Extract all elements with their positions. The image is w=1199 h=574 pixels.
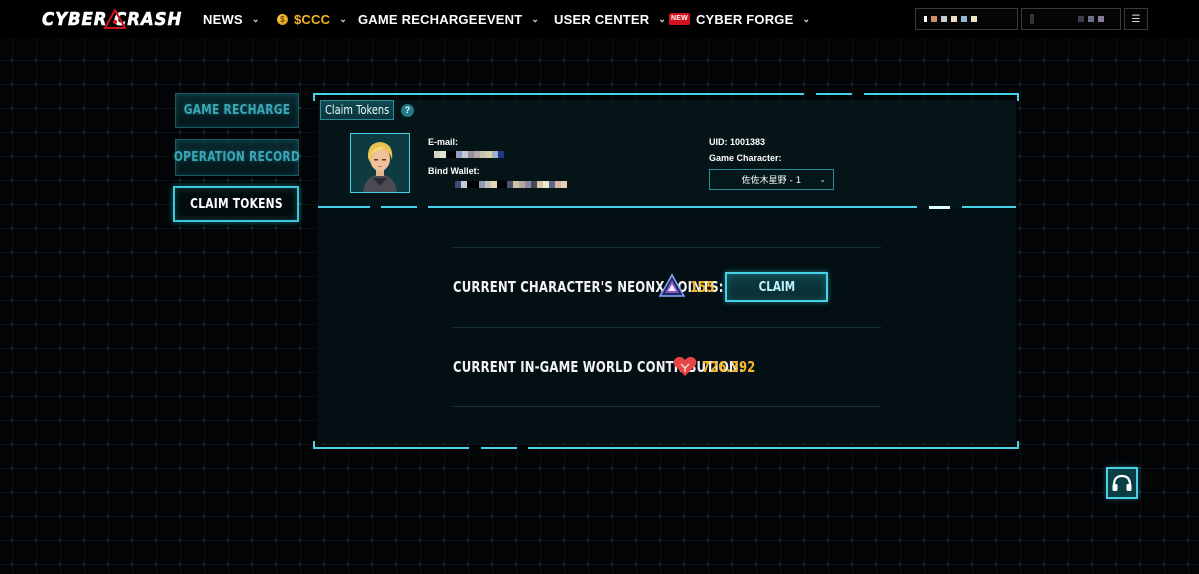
divider-line <box>929 206 950 209</box>
help-icon[interactable]: ? <box>401 104 414 117</box>
sidebar-item-operation-record[interactable]: OPERATION RECORD <box>173 139 301 176</box>
logo-eye-icon <box>104 9 126 29</box>
redacted-block <box>1078 16 1084 22</box>
heart-icon <box>673 356 697 376</box>
chevron-down-icon: ⌄ <box>339 13 347 24</box>
frame-top-line <box>313 93 804 95</box>
tab-label: Claim Tokens <box>324 103 390 117</box>
headset-icon <box>1112 474 1132 491</box>
sidebar-item-game-recharge[interactable]: GAME RECHARGE <box>175 93 299 128</box>
game-character-select[interactable]: 佐佐木星野 - 1 ⌄ <box>709 169 834 190</box>
sidebar-item-label: OPERATION RECORD <box>173 150 301 165</box>
separator <box>453 247 881 248</box>
nav-news[interactable]: NEWS ⌄ <box>203 0 260 38</box>
nav-ccc[interactable]: $ $CCC ⌄ <box>277 0 347 38</box>
divider-line <box>962 206 1016 208</box>
bind-wallet-label: Bind Wallet: <box>428 166 480 176</box>
cyber-crash-logo[interactable]: CYBER CRASH <box>42 8 182 30</box>
nav-event[interactable]: EVENT ⌄ <box>478 0 539 38</box>
claim-button-label: CLAIM <box>758 279 795 295</box>
frame-bottom-line <box>313 447 469 449</box>
separator <box>453 406 881 407</box>
email-value-redacted <box>434 151 504 158</box>
nav-game-recharge-label: GAME RECHARGE <box>358 11 478 27</box>
tab-claim-tokens[interactable]: Claim Tokens <box>320 100 394 120</box>
nav-event-label: EVENT <box>478 11 523 27</box>
frame-corner <box>1017 93 1019 101</box>
redacted-block <box>1088 16 1094 22</box>
nav-ccc-label: $CCC <box>294 11 331 27</box>
chevron-down-icon: ⌄ <box>802 13 811 24</box>
redacted-block <box>1030 14 1034 24</box>
frame-top-line <box>864 93 1019 95</box>
top-navbar: CYBER CRASH NEWS ⌄ $ $CCC ⌄ GAME RECHARG… <box>0 0 1199 38</box>
sidebar-item-label: GAME RECHARGE <box>183 103 291 118</box>
world-contribution-value: 726.392 <box>702 358 756 376</box>
neonx-points-value: 155 <box>690 278 715 296</box>
world-contribution-label: CURRENT IN-GAME WORLD CONTRIBUTION: <box>453 358 744 376</box>
new-badge: NEW <box>669 13 690 25</box>
separator <box>453 327 881 328</box>
game-character-label: Game Character: <box>709 153 782 163</box>
email-label: E-mail: <box>428 137 459 147</box>
character-avatar <box>350 133 410 193</box>
frame-bottom-line <box>528 447 1019 449</box>
chevron-down-icon: ⌄ <box>251 13 260 24</box>
account-info-box[interactable] <box>915 8 1018 30</box>
nav-user-center-label: USER CENTER <box>554 11 650 27</box>
wallet-value-redacted <box>455 181 567 188</box>
redacted-block <box>1098 16 1104 22</box>
redacted-block <box>924 16 927 22</box>
sidebar-item-label: CLAIM TOKENS <box>189 196 283 212</box>
coin-icon: $ <box>277 13 288 25</box>
redacted-block <box>951 16 957 22</box>
frame-corner <box>313 441 315 449</box>
redacted-block <box>971 16 977 22</box>
chevron-down-icon: ⌄ <box>819 175 826 184</box>
nav-cyber-forge[interactable]: NEW CYBER FORGE ⌄ <box>669 0 810 38</box>
nav-news-label: NEWS <box>203 11 243 27</box>
chevron-down-icon: ⌄ <box>531 13 540 24</box>
divider-line <box>381 206 417 208</box>
redacted-block <box>931 16 937 22</box>
frame-corner <box>1017 441 1019 449</box>
claim-button[interactable]: CLAIM <box>725 272 828 302</box>
customer-support-button[interactable] <box>1106 467 1138 499</box>
redacted-block <box>961 16 967 22</box>
chevron-down-icon: ⌄ <box>658 13 667 24</box>
frame-bottom-line <box>481 447 517 449</box>
sidebar-item-claim-tokens[interactable]: CLAIM TOKENS <box>173 186 299 222</box>
game-character-selected: 佐佐木星野 - 1 <box>741 176 802 186</box>
nav-user-center[interactable]: USER CENTER ⌄ <box>554 0 666 38</box>
menu-icon[interactable]: ☰ <box>1124 8 1148 30</box>
frame-top-line <box>816 93 852 95</box>
frame-corner <box>313 93 315 101</box>
character-portrait-icon <box>351 134 409 192</box>
nav-game-recharge[interactable]: GAME RECHARGE <box>358 0 478 38</box>
divider-line <box>318 206 370 208</box>
nav-cyber-forge-label: CYBER FORGE <box>695 11 794 27</box>
neonx-points-icon <box>659 274 685 297</box>
uid-label: UID: 1001383 <box>709 137 766 147</box>
redacted-block <box>941 16 947 22</box>
divider-line <box>428 206 917 208</box>
wallet-info-box[interactable] <box>1021 8 1121 30</box>
